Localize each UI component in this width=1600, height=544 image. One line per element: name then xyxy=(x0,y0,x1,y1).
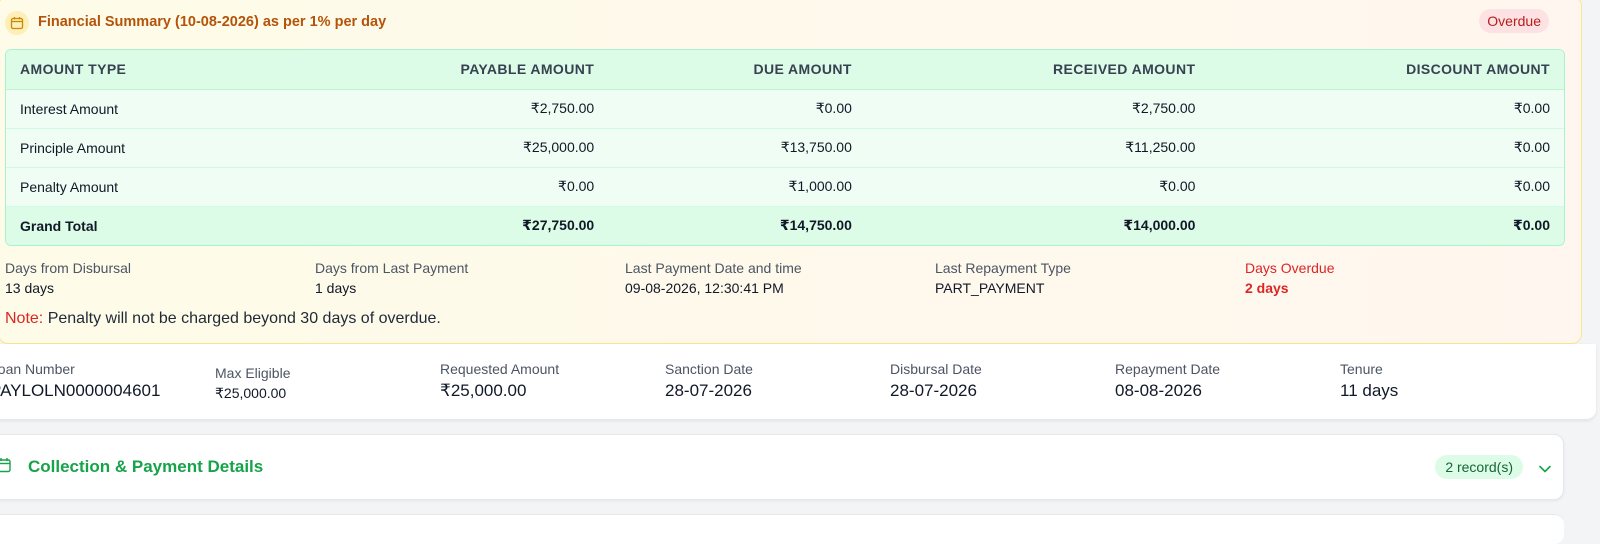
table-cell: ₹25,000.00 xyxy=(263,128,609,168)
stat-days-overdue: Days Overdue 2 days xyxy=(1245,259,1545,299)
chevron-down-icon[interactable] xyxy=(1539,460,1551,478)
table-cell: ₹11,250.00 xyxy=(865,128,1210,168)
table-cell: ₹14,000.00 xyxy=(865,206,1210,245)
stat-value: 1 days xyxy=(315,280,357,296)
disbursal-date-field: Disbursal Date 28-07-2026 xyxy=(890,360,1090,404)
loan-number-field: Loan Number PAYLOLN0000004601 xyxy=(0,360,190,404)
loan-field-label: Disbursal Date xyxy=(890,361,982,377)
table-cell: ₹0.00 xyxy=(263,167,609,207)
stat-value: PART_PAYMENT xyxy=(935,280,1045,296)
stat-label: Last Repayment Type xyxy=(935,260,1071,276)
repayment-date-field: Repayment Date 08-08-2026 xyxy=(1115,360,1315,404)
stat-label: Days from Last Payment xyxy=(315,260,469,276)
financial-summary-table: AMOUNT TYPE PAYABLE AMOUNT DUE AMOUNT RE… xyxy=(5,49,1565,246)
table-cell: ₹14,750.00 xyxy=(608,206,866,245)
loan-field-label: Requested Amount xyxy=(440,361,560,377)
next-section-card xyxy=(0,514,1564,544)
loan-field-value: 11 days xyxy=(1340,381,1399,400)
stat-days-from-disbursal: Days from Disbursal 13 days xyxy=(5,259,305,299)
table-cell: ₹13,750.00 xyxy=(608,128,866,168)
sanction-date-field: Sanction Date 28-07-2026 xyxy=(665,360,865,404)
loan-field-value: PAYLOLN0000004601 xyxy=(0,381,161,400)
note-label: Note: xyxy=(5,310,44,327)
table-cell: Principle Amount xyxy=(6,128,264,168)
table-cell: Penalty Amount xyxy=(6,167,264,207)
column-header-due-amount: DUE AMOUNT xyxy=(608,50,866,90)
column-header-amount-type: AMOUNT TYPE xyxy=(6,50,264,90)
stat-label: Last Payment Date and time xyxy=(625,260,802,276)
penalty-note: Note: Penalty will not be charged beyond… xyxy=(5,308,441,330)
loan-details-strip: Loan Number PAYLOLN0000004601 Max Eligib… xyxy=(0,344,1596,420)
stat-last-payment-date: Last Payment Date and time 09-08-2026, 1… xyxy=(625,259,925,299)
table-cell: ₹1,000.00 xyxy=(608,167,866,207)
loan-field-label: Loan Number xyxy=(0,361,75,377)
stat-value: 2 days xyxy=(1245,280,1289,296)
loan-field-label: Tenure xyxy=(1340,361,1383,377)
table-cell: ₹0.00 xyxy=(865,167,1210,207)
table-cell: ₹0.00 xyxy=(1209,128,1564,168)
loan-field-value: ₹25,000.00 xyxy=(215,385,287,401)
table-cell: ₹2,750.00 xyxy=(263,89,609,129)
table-cell: ₹0.00 xyxy=(608,89,866,129)
stat-label: Days from Disbursal xyxy=(5,260,132,276)
loan-field-label: Sanction Date xyxy=(665,361,753,377)
column-header-received-amount: RECEIVED AMOUNT xyxy=(865,50,1210,90)
summary-stats-row: Days from Disbursal 13 days Days from La… xyxy=(5,259,1565,299)
loan-field-value: ₹25,000.00 xyxy=(440,381,527,400)
table-cell: ₹27,750.00 xyxy=(263,206,609,245)
table-cell: ₹2,750.00 xyxy=(865,89,1210,129)
table-header-row: AMOUNT TYPE PAYABLE AMOUNT DUE AMOUNT RE… xyxy=(6,50,1564,90)
requested-amount-field: Requested Amount ₹25,000.00 xyxy=(440,360,640,404)
table-cell: Grand Total xyxy=(6,206,264,245)
collection-section-title[interactable]: Collection & Payment Details xyxy=(28,455,263,479)
loan-field-value: 08-08-2026 xyxy=(1115,381,1202,400)
column-header-discount-amount: DISCOUNT AMOUNT xyxy=(1209,50,1564,90)
financial-summary-card: Financial Summary (10-08-2026) as per 1%… xyxy=(0,0,1582,344)
tenure-field: Tenure 11 days xyxy=(1340,360,1540,404)
table-row: Interest Amount ₹2,750.00 ₹0.00 ₹2,750.0… xyxy=(6,89,1564,129)
records-count-badge: 2 record(s) xyxy=(1435,455,1523,479)
stat-value: 13 days xyxy=(5,280,55,296)
stat-last-repayment-type: Last Repayment Type PART_PAYMENT xyxy=(935,259,1235,299)
financial-summary-header: Financial Summary (10-08-2026) as per 1%… xyxy=(0,0,1581,45)
column-header-payable-amount: PAYABLE AMOUNT xyxy=(263,50,609,90)
table-row: Penalty Amount ₹0.00 ₹1,000.00 ₹0.00 ₹0.… xyxy=(6,167,1564,207)
financial-summary-title: Financial Summary (10-08-2026) as per 1%… xyxy=(38,14,387,30)
calendar-icon xyxy=(5,11,29,35)
status-badge: Overdue xyxy=(1479,9,1549,33)
loan-field-label: Max Eligible xyxy=(215,365,291,381)
max-eligible-field: Max Eligible ₹25,000.00 xyxy=(215,364,415,404)
collection-payment-section[interactable]: Collection & Payment Details 2 record(s) xyxy=(0,434,1564,500)
loan-field-value: 28-07-2026 xyxy=(890,381,977,400)
calendar-icon xyxy=(0,457,11,478)
table-cell: ₹0.00 xyxy=(1209,89,1564,129)
grand-total-row: Grand Total ₹27,750.00 ₹14,750.00 ₹14,00… xyxy=(6,206,1564,245)
stat-label: Days Overdue xyxy=(1245,260,1335,276)
table-cell: Interest Amount xyxy=(6,89,264,129)
note-text: Penalty will not be charged beyond 30 da… xyxy=(43,310,441,327)
table-row: Principle Amount ₹25,000.00 ₹13,750.00 ₹… xyxy=(6,128,1564,168)
table-cell: ₹0.00 xyxy=(1209,167,1564,207)
stat-value: 09-08-2026, 12:30:41 PM xyxy=(625,280,784,296)
stat-days-from-last-payment: Days from Last Payment 1 days xyxy=(315,259,615,299)
table-cell: ₹0.00 xyxy=(1209,206,1564,245)
loan-field-value: 28-07-2026 xyxy=(665,381,752,400)
loan-field-label: Repayment Date xyxy=(1115,361,1221,377)
